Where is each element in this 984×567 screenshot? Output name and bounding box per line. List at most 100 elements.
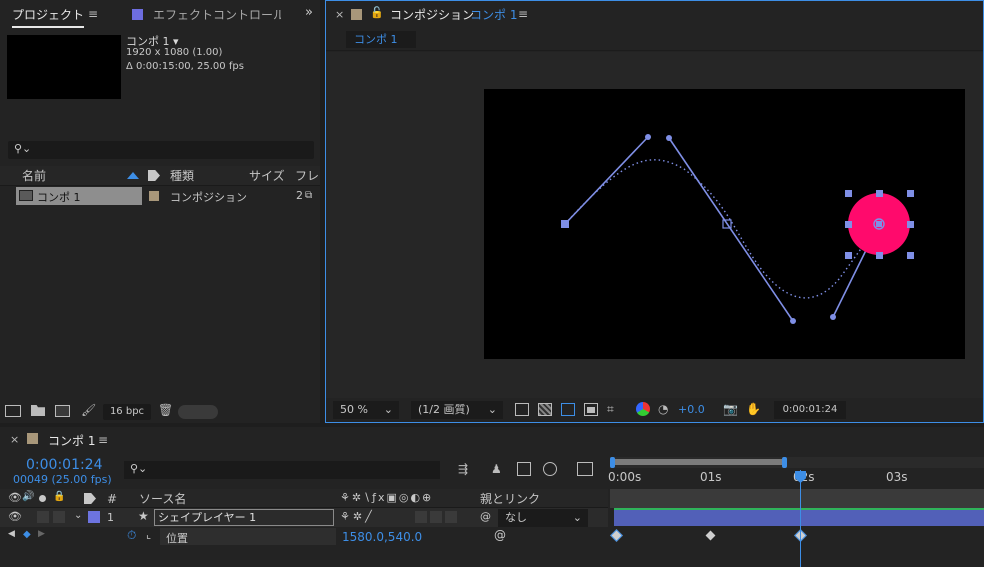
chevron-down-icon: ⌄ — [383, 403, 393, 416]
graph-editor-icon[interactable] — [577, 462, 593, 476]
current-time-indicator[interactable] — [800, 470, 801, 567]
tab-composition[interactable]: コンポジション — [390, 6, 474, 23]
column-size[interactable]: サイズ — [249, 166, 285, 186]
prev-keyframe-icon[interactable]: ◀ — [8, 529, 15, 539]
layer-label-swatch[interactable] — [88, 511, 100, 523]
comp-label-swatch — [149, 191, 159, 201]
add-keyframe-icon[interactable]: ◆ — [23, 529, 31, 540]
flowchart-icon[interactable]: ⧉ — [305, 190, 312, 201]
switch-box[interactable] — [415, 511, 427, 523]
property-row[interactable]: ◀ ◆ ▶ ⏱ ⌞ 位置 1580.0,540.0 @ — [0, 527, 608, 546]
new-folder-icon[interactable] — [31, 405, 45, 416]
chevron-down-icon: ⌄ — [572, 511, 582, 524]
layer-row[interactable]: 👁 ⌄ 1 ★ シェイプレイヤー 1 ⚘✲╱ @ なし ⌄ — [0, 508, 608, 527]
layer-switches[interactable]: ⚘✲╱ — [340, 510, 375, 523]
work-area-end-handle[interactable] — [782, 457, 787, 468]
timeline-search-input[interactable]: ⚲⌄ — [124, 461, 440, 479]
transform-handle[interactable] — [907, 221, 914, 228]
trash-icon[interactable]: 🗑 — [158, 403, 173, 417]
tab-timeline-comp[interactable]: コンポ 1 — [48, 432, 95, 449]
transform-handle[interactable] — [876, 252, 883, 259]
transform-handle[interactable] — [907, 190, 914, 197]
column-source-name[interactable]: ソース名 — [139, 489, 186, 509]
fast-preview-icon[interactable] — [515, 403, 529, 416]
channel-icon[interactable] — [636, 402, 650, 416]
exposure-value[interactable]: +0.0 — [678, 403, 705, 416]
bezier-handle-point[interactable] — [830, 314, 836, 320]
frame-blending-icon[interactable] — [517, 462, 531, 476]
layer-name-field[interactable]: シェイプレイヤー 1 — [154, 509, 334, 526]
time-navigator[interactable] — [610, 457, 984, 468]
stopwatch-icon[interactable]: ⏱ — [127, 528, 136, 543]
comp-canvas[interactable] — [484, 89, 965, 359]
graph-icon[interactable]: ⌞ — [146, 528, 151, 541]
bezier-handle-point[interactable] — [666, 135, 672, 141]
project-scroll-thumb[interactable] — [178, 405, 218, 419]
search-icon: ⚲⌄ — [14, 142, 32, 155]
column-type[interactable]: 種類 — [170, 166, 194, 186]
column-parent-link[interactable]: 親とリンク — [480, 489, 540, 509]
show-snapshot-icon[interactable]: ✋ — [746, 402, 761, 416]
resolution-dropdown[interactable]: (1/2 画質) ⌄ — [411, 401, 503, 419]
comp-bottom-toolbar: 50 % ⌄ (1/2 画質) ⌄ ⌗ ◔ +0.0 📷 ✋ 0:00:01:24 — [326, 399, 983, 421]
current-time-display[interactable]: 0:00:01:24 — [26, 457, 103, 473]
motion-blur-icon[interactable] — [543, 462, 557, 476]
layer-duration-bar[interactable] — [614, 508, 984, 526]
panel-overflow-icon[interactable]: » — [305, 5, 313, 20]
project-item-row[interactable]: コンポ 1 コンポジション 2 ⧉ — [0, 186, 320, 206]
timeline-menu-icon[interactable]: ≡ — [98, 433, 108, 447]
project-flow-icon[interactable]: 🖌 — [81, 403, 96, 417]
transform-handle[interactable] — [845, 252, 852, 259]
snapshot-camera-icon[interactable]: 📷 — [723, 402, 738, 416]
new-composition-icon[interactable] — [55, 405, 70, 417]
mask-visibility-icon[interactable] — [561, 403, 575, 416]
property-value[interactable]: 1580.0,540.0 — [342, 530, 422, 544]
transform-handle[interactable] — [845, 221, 852, 228]
close-icon[interactable]: × — [335, 8, 344, 21]
work-area-track — [610, 489, 984, 508]
comp-mini-flowchart-icon[interactable]: ⇶ — [458, 462, 468, 476]
project-search-input[interactable]: ⚲⌄ — [8, 141, 314, 159]
lock-icon[interactable]: 🔓 — [370, 6, 384, 19]
grid-guide-icon[interactable]: ⌗ — [607, 402, 614, 417]
pickwhip-icon[interactable]: @ — [480, 510, 491, 523]
subtab-comp[interactable]: コンポ 1 — [346, 31, 416, 48]
transform-handle[interactable] — [845, 190, 852, 197]
switch-box[interactable] — [430, 511, 442, 523]
solo-column-icon — [39, 495, 46, 502]
transform-handle[interactable] — [907, 252, 914, 259]
composition-menu-icon[interactable]: ≡ — [518, 7, 528, 21]
layer-expand-chevron-icon[interactable]: ⌄ — [74, 510, 82, 521]
switch-box[interactable] — [445, 511, 457, 523]
keyframe-vertex[interactable] — [561, 220, 569, 228]
next-keyframe-icon[interactable]: ▶ — [38, 529, 45, 539]
region-of-interest-icon[interactable] — [584, 403, 598, 416]
bezier-handle-point[interactable] — [645, 134, 651, 140]
layer-lock-box[interactable] — [53, 511, 65, 523]
column-name[interactable]: 名前 — [22, 166, 46, 186]
bpc-button[interactable]: 16 bpc — [103, 404, 151, 420]
row-name: コンポ 1 — [37, 191, 81, 204]
tab-project[interactable]: プロジェクト — [12, 6, 85, 28]
interpret-footage-icon[interactable] — [5, 405, 21, 417]
audio-column-icon: 🔊 — [22, 491, 35, 502]
shy-layers-icon[interactable]: ♟ — [491, 462, 502, 476]
search-icon: ⚲⌄ — [130, 462, 148, 475]
column-frame[interactable]: フレ — [295, 166, 319, 186]
timeline-close-icon[interactable]: × — [10, 433, 19, 446]
transform-handle[interactable] — [876, 190, 883, 197]
layer-visibility-icon[interactable]: 👁 — [8, 510, 22, 523]
expression-pickwhip-icon[interactable]: @ — [494, 528, 506, 542]
exposure-reset-icon[interactable]: ◔ — [658, 402, 668, 416]
tab-composition-name[interactable]: コンポ 1 — [470, 6, 517, 23]
layer-solo-box[interactable] — [37, 511, 49, 523]
work-area-start-handle[interactable] — [610, 457, 615, 468]
work-area-bar[interactable] — [612, 459, 784, 465]
project-menu-icon[interactable]: ≡ — [88, 7, 98, 21]
zoom-dropdown[interactable]: 50 % ⌄ — [333, 401, 399, 419]
transparency-grid-icon[interactable] — [538, 403, 552, 416]
parent-dropdown[interactable]: なし ⌄ — [498, 509, 588, 527]
tab-effect-controls[interactable]: エフェクトコントロール 3 — [153, 6, 281, 23]
comp-timecode-field[interactable]: 0:00:01:24 — [774, 401, 846, 419]
bezier-handle-point[interactable] — [790, 318, 796, 324]
